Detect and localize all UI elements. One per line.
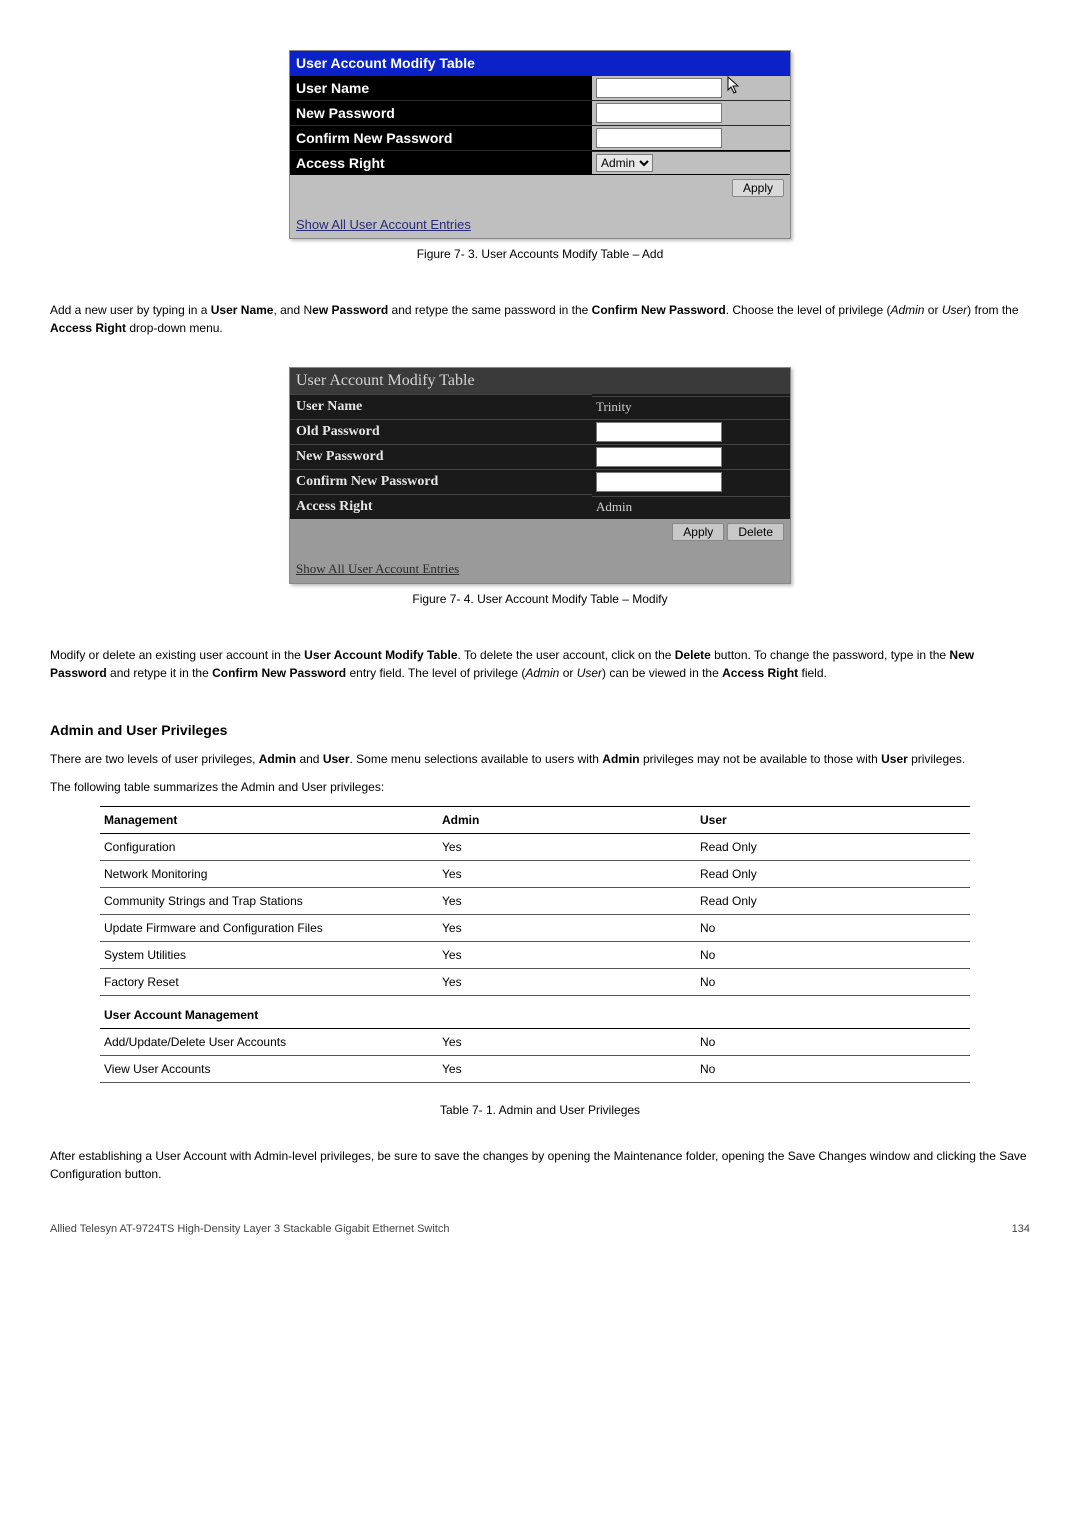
privileges-table: Management Admin User ConfigurationYesRe… (100, 806, 970, 1083)
page-footer: Allied Telesyn AT-9724TS High-Density La… (50, 1223, 1030, 1235)
cell-admin: Yes (438, 888, 696, 915)
user-name-label: User Name (290, 75, 592, 100)
col-management: Management (100, 807, 438, 834)
cell-name: Factory Reset (100, 969, 438, 996)
page-number: 134 (1012, 1223, 1030, 1235)
cell-name: Community Strings and Trap Stations (100, 888, 438, 915)
user-name-value: Trinity (592, 396, 790, 417)
paragraph-table-intro: The following table summarizes the Admin… (50, 778, 1030, 796)
cell-name: Update Firmware and Configuration Files (100, 915, 438, 942)
figure-caption: Figure 7- 3. User Accounts Modify Table … (50, 247, 1030, 261)
table-row: Add/Update/Delete User AccountsYesNo (100, 1029, 970, 1056)
new-password-label: New Password (290, 100, 592, 125)
paragraph-modify-user: Modify or delete an existing user accoun… (50, 646, 1030, 682)
delete-button[interactable]: Delete (727, 523, 784, 541)
confirm-new-password-label: Confirm New Password (290, 125, 592, 150)
cell-name: Add/Update/Delete User Accounts (100, 1029, 438, 1056)
user-account-modify-add-panel: User Account Modify Table User Name New … (289, 50, 791, 239)
table-row: Factory ResetYesNo (100, 969, 970, 996)
user-name-label: User Name (290, 394, 592, 419)
paragraph-add-user: Add a new user by typing in a User Name,… (50, 301, 1030, 337)
confirm-new-password-label: Confirm New Password (290, 469, 592, 494)
user-account-modify-edit-panel: User Account Modify Table User Name Trin… (289, 367, 791, 584)
old-password-label: Old Password (290, 419, 592, 444)
new-password-input[interactable] (596, 447, 722, 467)
user-name-input[interactable] (596, 78, 722, 98)
col-user: User (696, 807, 970, 834)
cell-admin: Yes (438, 969, 696, 996)
cell-admin: Yes (438, 915, 696, 942)
new-password-label: New Password (290, 444, 592, 469)
paragraph-privileges-intro: There are two levels of user privileges,… (50, 750, 1030, 768)
table-row: View User AccountsYesNo (100, 1056, 970, 1083)
cell-admin: Yes (438, 1029, 696, 1056)
cell-admin: Yes (438, 834, 696, 861)
figure-7-4: User Account Modify Table User Name Trin… (50, 367, 1030, 606)
panel-title: User Account Modify Table (290, 51, 790, 75)
button-row: Apply (290, 175, 790, 201)
table-caption: Table 7- 1. Admin and User Privileges (50, 1103, 1030, 1117)
footer-title: Allied Telesyn AT-9724TS High-Density La… (50, 1223, 449, 1235)
col-admin: Admin (438, 807, 696, 834)
table-row: ConfigurationYesRead Only (100, 834, 970, 861)
figure-caption: Figure 7- 4. User Account Modify Table –… (50, 592, 1030, 606)
cell-admin: Yes (438, 942, 696, 969)
cell-user: Read Only (696, 834, 970, 861)
table-row: Network MonitoringYesRead Only (100, 861, 970, 888)
figure-7-3: User Account Modify Table User Name New … (50, 50, 1030, 261)
cell-admin: Yes (438, 1056, 696, 1083)
confirm-new-password-input[interactable] (596, 472, 722, 492)
access-right-select[interactable]: Admin (596, 154, 653, 172)
cell-name: System Utilities (100, 942, 438, 969)
show-all-entries-link[interactable]: Show All User Account Entries (296, 217, 471, 232)
paragraph-save-note: After establishing a User Account with A… (50, 1147, 1030, 1183)
apply-button[interactable]: Apply (732, 179, 784, 197)
cell-name: Network Monitoring (100, 861, 438, 888)
cell-user: No (696, 1056, 970, 1083)
cell-name: View User Accounts (100, 1056, 438, 1083)
show-all-entries-link[interactable]: Show All User Account Entries (296, 561, 459, 576)
cell-user: Read Only (696, 888, 970, 915)
table-section-row: User Account Management (100, 996, 970, 1029)
cell-admin: Yes (438, 861, 696, 888)
table-row: Update Firmware and Configuration FilesY… (100, 915, 970, 942)
cursor-icon (726, 76, 742, 96)
apply-button[interactable]: Apply (672, 523, 724, 541)
old-password-input[interactable] (596, 422, 722, 442)
cell-user: No (696, 915, 970, 942)
table-row: Community Strings and Trap StationsYesRe… (100, 888, 970, 915)
cell-user: No (696, 969, 970, 996)
panel-title: User Account Modify Table (290, 368, 790, 394)
section-heading: Admin and User Privileges (50, 722, 1030, 738)
new-password-input[interactable] (596, 103, 722, 123)
table-section-heading: User Account Management (100, 996, 970, 1029)
cell-user: No (696, 1029, 970, 1056)
button-row: Apply Delete (290, 519, 790, 545)
confirm-new-password-input[interactable] (596, 128, 722, 148)
cell-user: Read Only (696, 861, 970, 888)
cell-user: No (696, 942, 970, 969)
cell-name: Configuration (100, 834, 438, 861)
access-right-label: Access Right (290, 494, 592, 519)
table-header-row: Management Admin User (100, 807, 970, 834)
access-right-value: Admin (592, 496, 790, 517)
access-right-label: Access Right (290, 150, 592, 175)
table-row: System UtilitiesYesNo (100, 942, 970, 969)
